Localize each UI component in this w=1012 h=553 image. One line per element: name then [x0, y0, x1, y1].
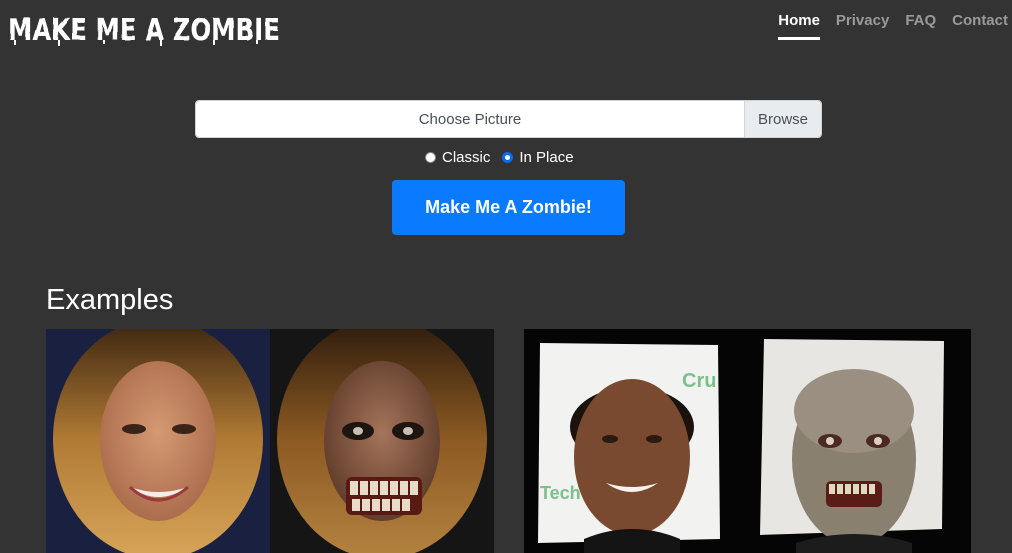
nav-home[interactable]: Home: [770, 12, 828, 40]
nav-faq[interactable]: FAQ: [897, 12, 944, 40]
example-image-2: Cru Tech: [524, 329, 971, 553]
site-logo[interactable]: MAKE ME A ZOMBIE: [8, 6, 288, 50]
sign-text-2: Tech: [540, 483, 581, 503]
radio-in-place-input[interactable]: [502, 152, 514, 163]
nav-privacy[interactable]: Privacy: [828, 12, 897, 40]
radio-classic[interactable]: Classic: [425, 149, 490, 166]
file-input-group[interactable]: Choose Picture Browse: [195, 100, 822, 138]
main-nav: Home Privacy FAQ Contact: [770, 12, 1010, 40]
sign-text-1: Cru: [682, 370, 716, 392]
radio-classic-label: Classic: [442, 149, 491, 166]
radio-classic-input[interactable]: [425, 152, 436, 163]
logo-text: MAKE ME A ZOMBIE: [8, 13, 280, 48]
browse-button[interactable]: Browse: [744, 101, 821, 137]
mode-radio-group: Classic In Place: [425, 149, 586, 166]
radio-in-place[interactable]: In Place: [502, 149, 574, 166]
make-zombie-button[interactable]: Make Me A Zombie!: [392, 180, 625, 235]
radio-in-place-label: In Place: [519, 149, 574, 166]
examples-heading: Examples: [46, 284, 174, 316]
nav-contact[interactable]: Contact: [944, 12, 1010, 40]
page: MAKE ME A ZOMBIE Home Privacy FAQ Contac…: [0, 0, 1012, 553]
file-input-label[interactable]: Choose Picture: [196, 101, 744, 137]
example-image-1: [46, 329, 494, 553]
